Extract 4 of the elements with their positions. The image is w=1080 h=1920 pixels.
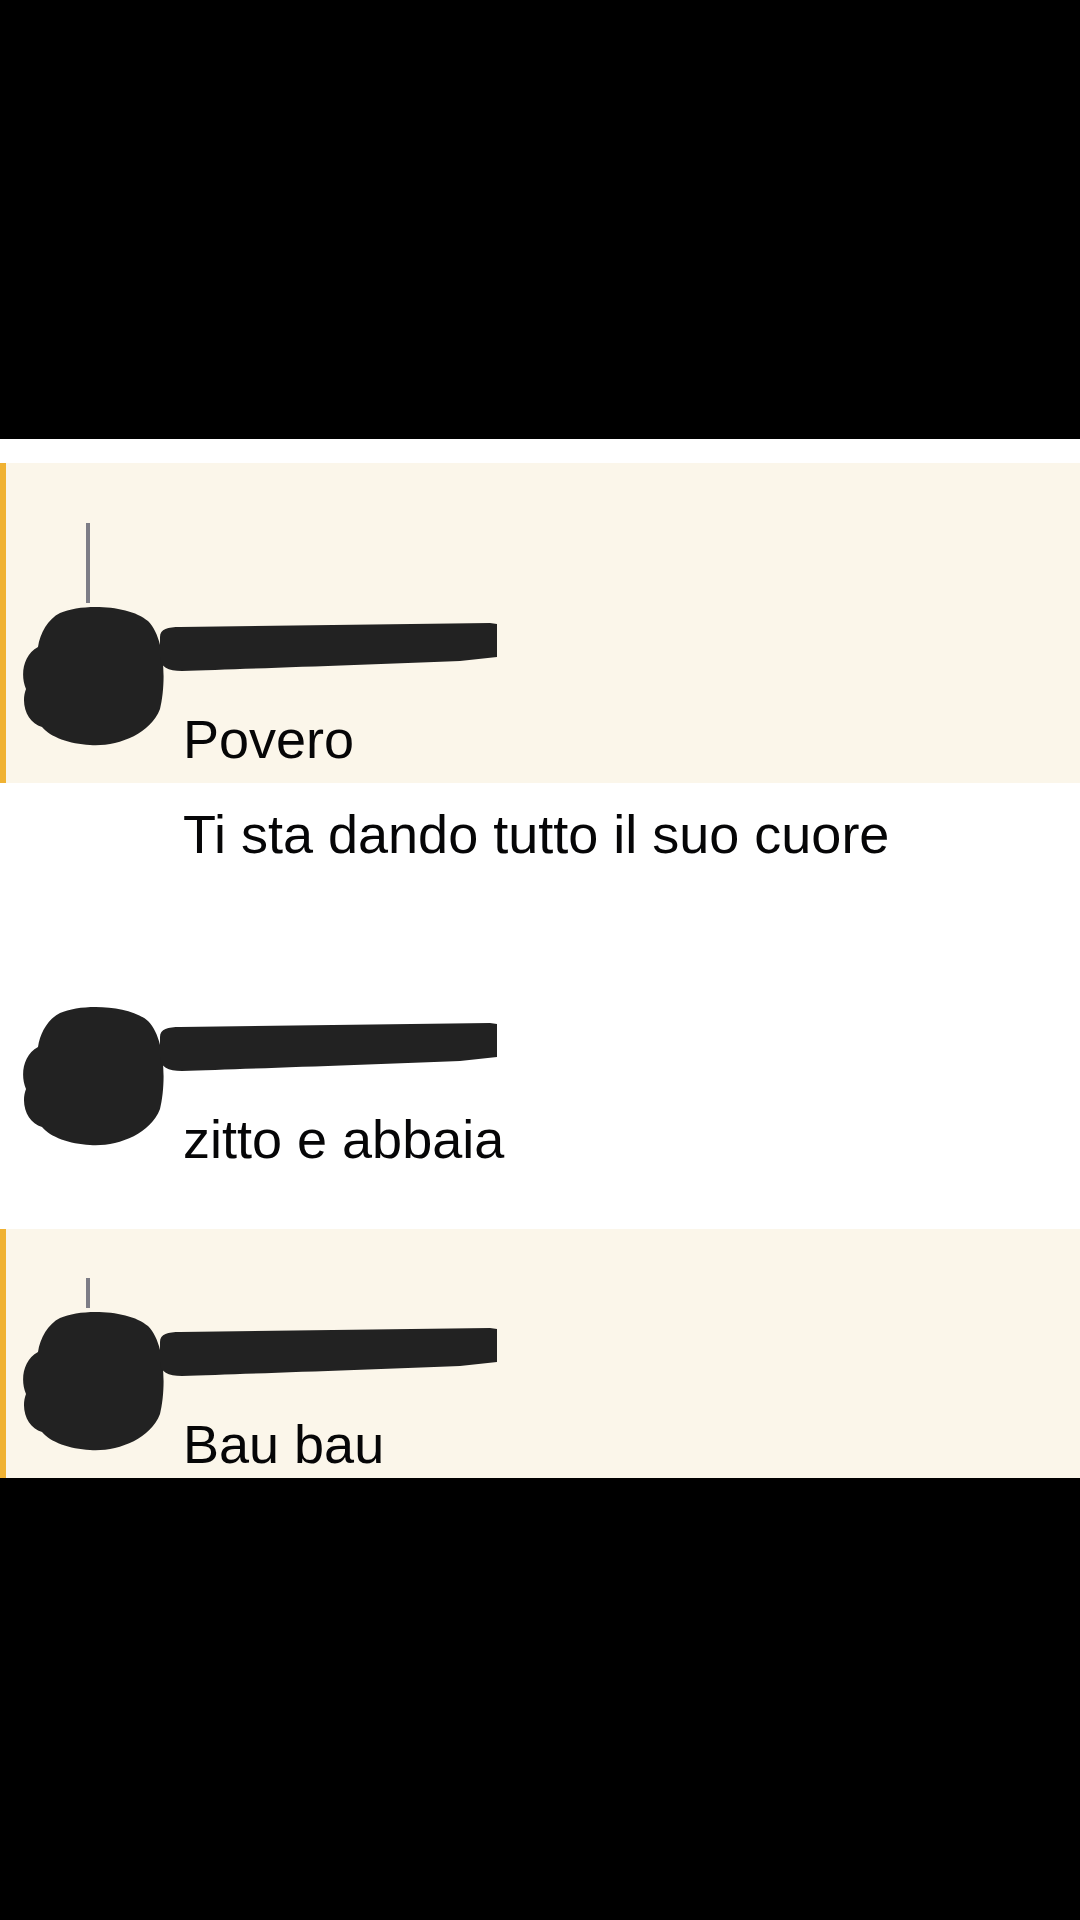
message-text: zitto e abbaia	[183, 1108, 505, 1171]
message-text: Povero	[183, 708, 355, 771]
message-text: Ti sta dando tutto il suo cuore	[183, 803, 890, 866]
message-text: Bau bau	[183, 1413, 385, 1476]
